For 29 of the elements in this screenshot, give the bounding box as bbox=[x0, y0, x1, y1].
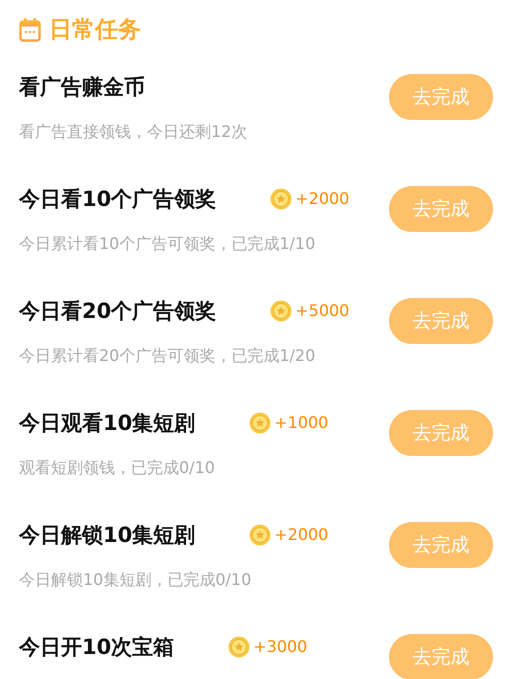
coin-icon bbox=[270, 300, 292, 322]
complete-button[interactable]: 去完成 bbox=[389, 410, 493, 456]
task-title: 今日开10次宝箱 bbox=[19, 634, 174, 660]
reward-amount: +3000 bbox=[253, 636, 308, 658]
task-title: 今日观看10集短剧 bbox=[19, 410, 196, 436]
task-title: 今日看20个广告领奖 bbox=[19, 298, 216, 324]
complete-button[interactable]: 去完成 bbox=[389, 186, 493, 232]
task-description: 观看短剧领钱，已完成0/10 bbox=[19, 457, 216, 479]
task-title: 今日解锁10集短剧 bbox=[19, 522, 196, 548]
coin-icon bbox=[249, 524, 272, 546]
task-description: 今日累计看10个广告可领奖，已完成1/10 bbox=[19, 233, 316, 255]
task-description: 今日解锁10集短剧，已完成0/10 bbox=[19, 569, 252, 591]
task-description: 看广告直接领钱，今日还剩12次 bbox=[19, 121, 248, 143]
task-title: 看广告赚金币 bbox=[19, 74, 145, 100]
reward-amount: +2000 bbox=[274, 524, 328, 546]
complete-button[interactable]: 去完成 bbox=[389, 522, 493, 568]
task-description: 今日累计看20个广告可领奖，已完成1/20 bbox=[19, 345, 316, 367]
calendar-icon bbox=[19, 18, 41, 42]
task-title: 今日看10个广告领奖 bbox=[19, 186, 216, 212]
reward-amount: +2000 bbox=[295, 188, 350, 210]
section-title: 日常任务 bbox=[49, 18, 141, 42]
coin-icon bbox=[249, 412, 272, 434]
coin-icon bbox=[228, 636, 250, 658]
reward-amount: +5000 bbox=[295, 300, 350, 322]
complete-button[interactable]: 去完成 bbox=[389, 298, 493, 344]
complete-button[interactable]: 去完成 bbox=[389, 74, 493, 120]
reward-amount: +1000 bbox=[274, 412, 328, 434]
complete-button[interactable]: 去完成 bbox=[389, 634, 493, 679]
coin-icon bbox=[270, 188, 292, 210]
